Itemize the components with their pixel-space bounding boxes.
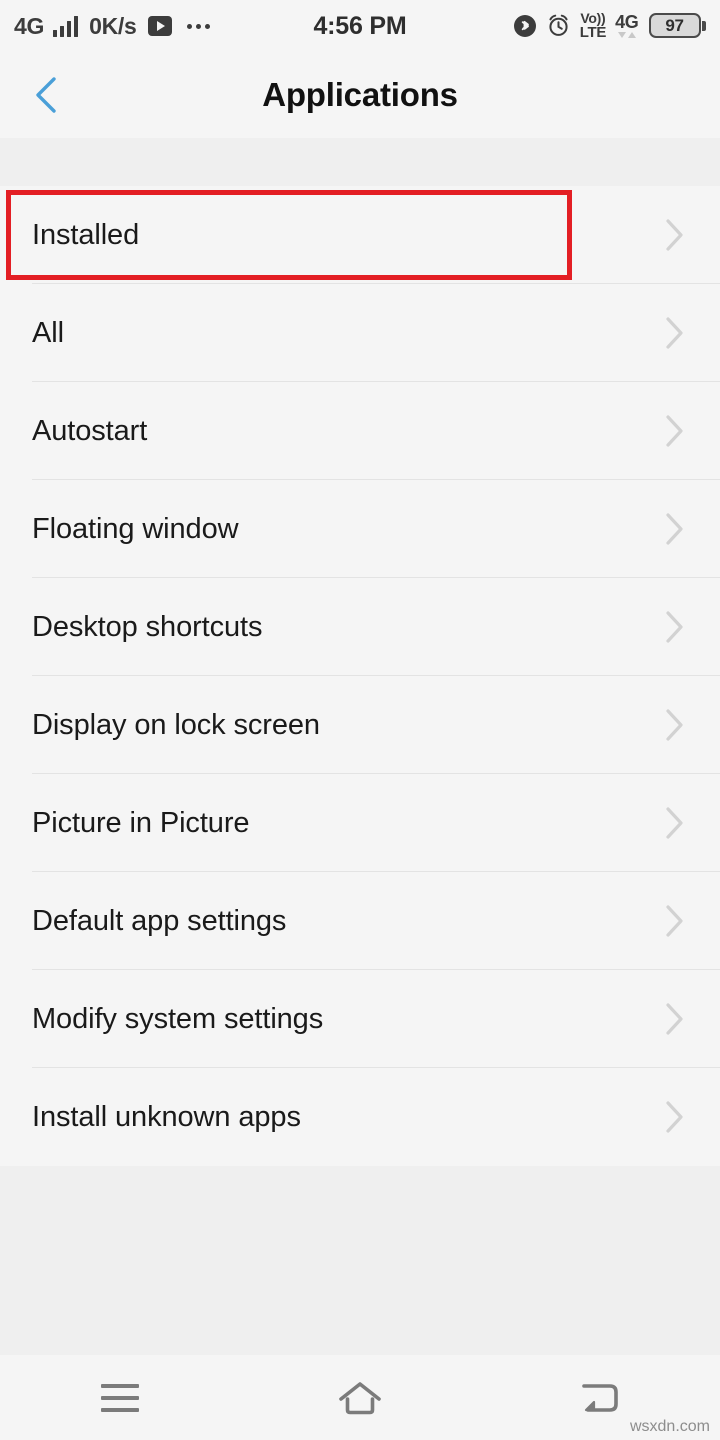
list-item-modify-system-settings[interactable]: Modify system settings [0,970,720,1068]
phone-screen: 4G 0K/s 4:56 PM Vo)) LTE 4G 97 Applicati… [0,0,720,1440]
volte-bottom-label: LTE [579,23,607,41]
applications-list: Installed All Autostart Floating window [0,186,720,1166]
navigation-bar: wsxdn.com [0,1355,720,1440]
chevron-right-icon [664,707,686,743]
chevron-right-icon [664,315,686,351]
back-chevron-icon [33,75,59,115]
chevron-right-icon [664,609,686,645]
list-item-floating-window[interactable]: Floating window [0,480,720,578]
hamburger-menu-icon [101,1383,139,1412]
network-badge-icon: 4G [615,11,639,39]
status-bar-left: 4G 0K/s [14,12,211,40]
chevron-right-icon [664,217,686,253]
signal-bars-icon [53,15,79,37]
list-item-desktop-shortcuts[interactable]: Desktop shortcuts [0,578,720,676]
list-item-label: Default app settings [32,904,287,937]
list-item-label: All [32,316,64,349]
list-item-label: Picture in Picture [32,806,250,839]
data-arrows-icon [617,32,636,39]
network-badge-label: 4G [615,11,639,32]
network-type-label: 4G [14,12,45,39]
chevron-right-icon [664,903,686,939]
back-button[interactable] [0,52,92,138]
list-item-picture-in-picture[interactable]: Picture in Picture [0,774,720,872]
content-filler [0,1166,720,1355]
list-item-install-unknown-apps[interactable]: Install unknown apps [0,1068,720,1166]
play-badge-icon [148,16,173,36]
more-dots-icon [187,23,211,29]
list-item-default-app-settings[interactable]: Default app settings [0,872,720,970]
chevron-right-icon [664,1001,686,1037]
bluetooth-icon [513,14,537,38]
home-button[interactable] [300,1355,420,1440]
list-item-autostart[interactable]: Autostart [0,382,720,480]
chevron-right-icon [664,805,686,841]
list-item-installed[interactable]: Installed [0,186,720,284]
list-item-label: Autostart [32,414,148,447]
volte-icon: Vo)) LTE [579,11,607,41]
status-bar-right: Vo)) LTE 4G 97 [513,11,706,41]
alarm-clock-icon [546,13,571,38]
title-bar: Applications [0,52,720,138]
back-arrow-icon [580,1380,620,1416]
recents-button[interactable] [60,1355,180,1440]
list-item-label: Modify system settings [32,1002,324,1035]
battery-percent-label: 97 [665,15,684,35]
list-item-label: Installed [32,218,140,251]
home-icon [337,1379,383,1417]
list-item-all[interactable]: All [0,284,720,382]
list-item-label: Desktop shortcuts [32,610,263,643]
chevron-right-icon [664,413,686,449]
list-item-display-on-lock-screen[interactable]: Display on lock screen [0,676,720,774]
list-top-spacer [0,138,720,186]
status-bar: 4G 0K/s 4:56 PM Vo)) LTE 4G 97 [0,0,720,52]
list-item-label: Floating window [32,512,239,545]
watermark-label: wsxdn.com [629,1418,710,1435]
battery-icon: 97 [648,13,706,39]
chevron-right-icon [664,1099,686,1135]
list-item-label: Display on lock screen [32,708,320,741]
page-title: Applications [262,76,458,113]
list-item-label: Install unknown apps [32,1100,301,1133]
data-speed-label: 0K/s [89,12,137,39]
chevron-right-icon [664,511,686,547]
